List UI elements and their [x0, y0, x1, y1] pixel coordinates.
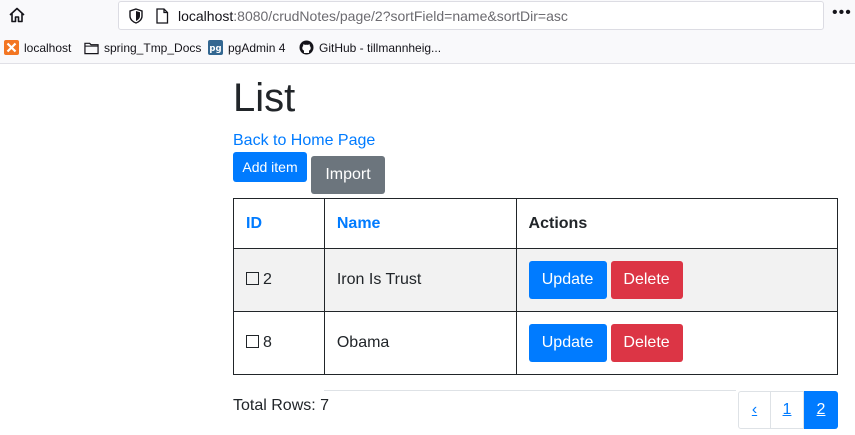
- navigation-bar: localhost:8080/crudNotes/page/2?sortFiel…: [0, 0, 855, 32]
- bookmarks-bar: localhost spring_Tmp_Docs pg pgAdmin 4 G…: [0, 36, 855, 62]
- delete-button[interactable]: Delete: [610, 324, 683, 362]
- delete-button[interactable]: Delete: [610, 261, 683, 299]
- bookmark-localhost[interactable]: localhost: [4, 40, 71, 55]
- page-icon: [155, 8, 169, 29]
- row-id-cell: 8: [233, 311, 325, 375]
- update-button[interactable]: Update: [528, 261, 607, 299]
- bookmark-label: pgAdmin 4: [228, 40, 286, 55]
- url-text[interactable]: localhost:8080/crudNotes/page/2?sortFiel…: [178, 8, 568, 24]
- bookmark-github[interactable]: GitHub - tillmannheig...: [299, 40, 441, 55]
- table-header-row: ID Name Actions: [233, 198, 839, 249]
- bookmark-pgadmin[interactable]: pg pgAdmin 4: [208, 40, 285, 55]
- folder-icon: [84, 40, 99, 55]
- bookmark-label: GitHub - tillmannheig...: [319, 40, 442, 55]
- row-checkbox[interactable]: [246, 335, 259, 348]
- url-host: localhost: [178, 8, 234, 24]
- svg-text:pg: pg: [209, 44, 221, 54]
- update-button[interactable]: Update: [528, 324, 607, 362]
- bookmark-spring-tmp-docs[interactable]: spring_Tmp_Docs: [84, 40, 201, 55]
- import-button[interactable]: Import: [311, 156, 385, 194]
- shield-icon[interactable]: [129, 8, 143, 29]
- row-id-cell: 2: [233, 248, 325, 312]
- notes-table: ID Name Actions 2 Iron Is Trust Update De…: [233, 198, 839, 375]
- table-row: 8 Obama Update Delete: [233, 311, 839, 375]
- page-title: List: [233, 76, 296, 120]
- pagination-page-1[interactable]: 1: [770, 391, 804, 429]
- home-icon[interactable]: [6, 4, 28, 26]
- bookmark-label: spring_Tmp_Docs: [104, 40, 202, 55]
- row-id: 2: [263, 271, 272, 288]
- row-actions: Update Delete: [515, 311, 839, 375]
- url-path: :8080/crudNotes/page/2?sortField=name&so…: [233, 8, 568, 24]
- pgadmin-icon: pg: [208, 40, 223, 55]
- add-item-button[interactable]: Add item: [233, 152, 307, 182]
- total-rows: Total Rows: 7: [233, 397, 330, 414]
- row-name: Obama: [323, 311, 517, 375]
- pagination-page-2-active[interactable]: 2: [804, 391, 838, 429]
- divider: [324, 390, 736, 391]
- bookmark-label: localhost: [24, 40, 72, 55]
- url-bar[interactable]: localhost:8080/crudNotes/page/2?sortFiel…: [118, 1, 824, 30]
- back-to-home-link[interactable]: Back to Home Page: [233, 131, 375, 151]
- pagination-prev-button[interactable]: ‹: [738, 391, 771, 429]
- xampp-icon: [4, 40, 19, 55]
- more-options-button[interactable]: •••: [832, 5, 852, 21]
- github-icon: [299, 40, 314, 55]
- row-checkbox[interactable]: [246, 272, 259, 285]
- row-actions: Update Delete: [515, 248, 839, 312]
- row-name: Iron Is Trust: [323, 248, 517, 312]
- row-id: 8: [263, 334, 272, 351]
- column-header-id[interactable]: ID: [233, 198, 325, 249]
- column-header-actions: Actions: [515, 198, 839, 249]
- table-row: 2 Iron Is Trust Update Delete: [233, 248, 839, 312]
- column-header-name[interactable]: Name: [323, 198, 517, 249]
- browser-chrome: localhost:8080/crudNotes/page/2?sortFiel…: [0, 0, 855, 64]
